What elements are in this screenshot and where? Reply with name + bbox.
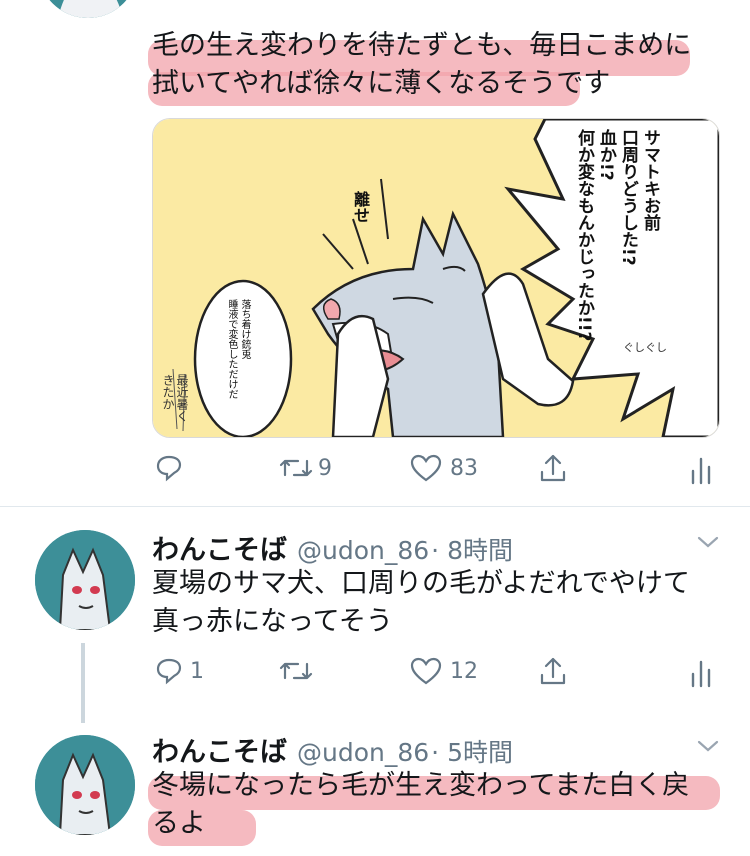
side-note: 最近暑く きたか bbox=[161, 374, 189, 422]
share-icon bbox=[540, 657, 566, 685]
reply-icon bbox=[156, 658, 182, 685]
reply-icon bbox=[156, 455, 182, 482]
tweet3-header: わんこそば @udon_86· 5時間 bbox=[152, 730, 513, 769]
tweet-text-line2: 拭いてやれば徐々に薄くなるそうです bbox=[152, 68, 611, 99]
share-button[interactable] bbox=[538, 452, 568, 484]
tweet3-text-line2: るよ bbox=[152, 808, 206, 839]
share-icon bbox=[540, 454, 566, 482]
avatar-tweet2[interactable] bbox=[35, 530, 135, 630]
tweet-text-line1: 毛の生え変わりを待たずとも、毎日こまめに bbox=[152, 30, 692, 61]
retweet-icon bbox=[279, 459, 313, 477]
tweet3-handle[interactable]: @udon_86 bbox=[297, 738, 429, 767]
heart-icon bbox=[410, 454, 442, 482]
tweet3-time[interactable]: · 5時間 bbox=[431, 738, 513, 767]
tweet2-analytics-button[interactable] bbox=[690, 658, 712, 688]
tweet2-reply-count: 1 bbox=[190, 658, 204, 684]
like-count: 83 bbox=[450, 455, 478, 481]
retweet-count: 9 bbox=[318, 455, 332, 481]
avatar-top-partial[interactable] bbox=[38, 0, 138, 18]
bubble-left-line2: 睡液で変色しただけだ bbox=[226, 299, 237, 399]
sfx-left: 離せ bbox=[351, 191, 370, 223]
tweet2-share-button[interactable] bbox=[538, 655, 568, 687]
tweet2-time[interactable]: · 8時間 bbox=[431, 536, 513, 565]
reply-button[interactable] bbox=[154, 453, 190, 483]
tweet2-reply-button[interactable]: 1 bbox=[154, 656, 204, 686]
tweet3-text-line1: 冬場になったら毛が生え変わってまた白く戻 bbox=[152, 770, 690, 801]
tweet-divider bbox=[0, 506, 750, 507]
analytics-icon bbox=[691, 660, 711, 688]
retweet-icon bbox=[279, 662, 313, 680]
bubble-right-line3: 血か!? bbox=[596, 129, 616, 181]
bubble-right-text: サマトキお前 口周りどうした!? 血か!? 何か変なもんかじったか!!? bbox=[573, 129, 661, 409]
bubble-left-text: 落ち着け銃兎 睡液で変色しただけだ bbox=[225, 299, 251, 419]
bubble-right-line2: 口周りどうした!? bbox=[618, 129, 638, 266]
like-button[interactable]: 83 bbox=[410, 453, 478, 483]
tweet2-handle[interactable]: @udon_86 bbox=[297, 536, 429, 565]
analytics-button[interactable] bbox=[690, 455, 712, 485]
tweet3-display-name[interactable]: わんこそば bbox=[152, 737, 287, 768]
bubble-left-line1: 落ち着け銃兎 bbox=[239, 299, 250, 359]
retweet-button[interactable]: 9 bbox=[278, 453, 332, 483]
tweet3-menu-chevron-icon[interactable] bbox=[696, 738, 720, 758]
tweet2-text-line2: 真っ赤になってそう bbox=[152, 606, 393, 637]
tweet2-retweet-button[interactable] bbox=[278, 656, 314, 686]
heart-icon bbox=[410, 657, 442, 685]
thread-connector bbox=[81, 643, 85, 723]
tweet2-like-count: 12 bbox=[450, 658, 478, 684]
tweet2-menu-chevron-icon[interactable] bbox=[696, 534, 720, 554]
avatar-tweet3[interactable] bbox=[35, 735, 135, 835]
tweet2-text-line1: 夏場のサマ犬、口周りの毛がよだれでやけて bbox=[152, 568, 690, 599]
tweet2-display-name[interactable]: わんこそば bbox=[152, 535, 287, 566]
tweet2-like-button[interactable]: 12 bbox=[410, 656, 478, 686]
bubble-right-line1: サマトキお前 bbox=[640, 129, 660, 231]
bubble-right-line4: 何か変なもんかじったか!!? bbox=[574, 129, 594, 342]
tweet2-header: わんこそば @udon_86· 8時間 bbox=[152, 528, 513, 567]
analytics-icon bbox=[691, 457, 711, 485]
tweet-image[interactable]: サマトキお前 口周りどうした!? 血か!? 何か変なもんかじったか!!? 落ち着… bbox=[152, 118, 720, 438]
small-sfx: ぐしぐし bbox=[623, 341, 667, 354]
